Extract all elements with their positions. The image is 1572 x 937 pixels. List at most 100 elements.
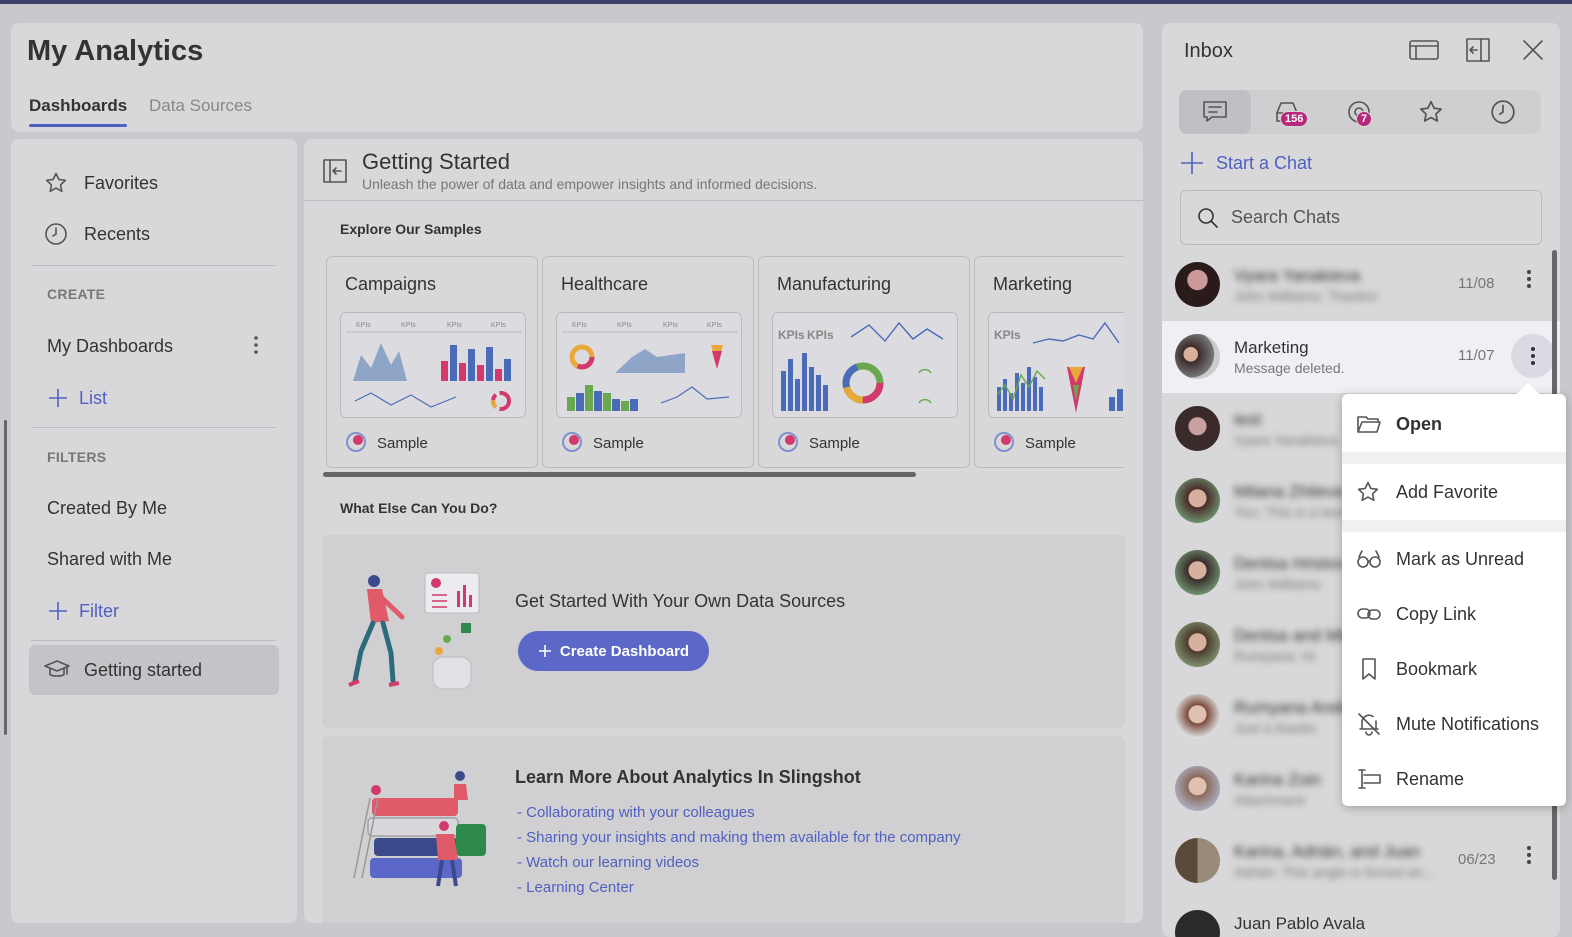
tab-favorites[interactable] [1395, 90, 1467, 134]
top-accent-bar [0, 0, 1572, 4]
close-icon[interactable] [1522, 37, 1544, 63]
what-else-header: What Else Can You Do? [340, 500, 498, 516]
popout-window-icon[interactable] [1408, 37, 1440, 63]
menu-item-copy-link[interactable]: Copy Link [1342, 588, 1566, 640]
page-scrollbar[interactable] [4, 420, 7, 735]
slingshot-logo-icon [777, 431, 799, 453]
tab-dashboards[interactable]: Dashboards [29, 96, 128, 127]
plus-icon [1180, 151, 1204, 175]
tab-recent[interactable] [1467, 90, 1539, 134]
more-vert-icon[interactable] [1522, 269, 1536, 289]
kpi-label: KPIs [491, 322, 506, 329]
star-icon [1356, 480, 1382, 504]
chat-date: 06/23 [1458, 851, 1496, 868]
search-placeholder: Search Chats [1231, 207, 1341, 227]
sidebar-item-label: My Dashboards [47, 335, 174, 356]
menu-item-add-favorite[interactable]: Add Favorite [1342, 466, 1566, 518]
chat-row-selected[interactable]: Marketing Message deleted. 11/07 [1162, 321, 1560, 393]
chat-row[interactable]: Juan Pablo Avala [1162, 897, 1560, 937]
chat-name: Milana Zhileva [1234, 482, 1344, 501]
search-icon [1197, 207, 1219, 229]
collapse-panel-icon[interactable] [322, 158, 348, 184]
divider [31, 265, 276, 266]
add-filter-link[interactable]: Filter [47, 600, 119, 622]
more-vert-icon[interactable] [1511, 334, 1555, 378]
kpi-label: KPIs [994, 328, 1021, 342]
learn-link-collaborating[interactable]: - Collaborating with your colleagues [517, 804, 755, 821]
chat-row[interactable]: Vyara Yanakieva John Williams: Thanks! 1… [1162, 249, 1560, 321]
menu-item-label: Add Favorite [1396, 481, 1499, 502]
dashboard-thumbnail: KPIs KPIs KPIs KPIs [340, 312, 526, 418]
chat-date: 11/08 [1458, 275, 1495, 292]
slingshot-logo-icon [561, 431, 583, 453]
star-icon [44, 171, 74, 195]
main-content: Getting Started Unleash the power of dat… [304, 139, 1143, 923]
learn-more-box: Learn More About Analytics In Slingshot … [322, 736, 1125, 923]
menu-item-bookmark[interactable]: Bookmark [1342, 643, 1566, 695]
carousel-mask [1124, 249, 1143, 479]
more-vert-icon[interactable] [1522, 845, 1536, 865]
add-list-label: List [79, 387, 108, 408]
plus-icon [538, 644, 552, 658]
sidebar-item-my-dashboards[interactable]: My Dashboards [11, 326, 261, 366]
learn-illustration [350, 768, 490, 893]
inbox-badge: 156 [1280, 111, 1309, 127]
tab-chats[interactable] [1179, 90, 1251, 134]
sidebar-item-created-by-me[interactable]: Created By Me [11, 488, 261, 528]
divider [31, 640, 276, 641]
more-vert-icon[interactable] [248, 335, 264, 355]
chat-row[interactable]: Karina, Adrián, and Juan Adrián: This an… [1162, 825, 1560, 897]
add-filter-label: Filter [79, 600, 119, 621]
menu-item-open[interactable]: Open [1342, 398, 1566, 450]
menu-item-mark-unread[interactable]: Mark as Unread [1342, 533, 1566, 585]
create-dashboard-label: Create Dashboard [559, 642, 690, 660]
kpi-label: KPIs [663, 322, 678, 329]
sidebar-item-shared-with-me[interactable]: Shared with Me [11, 539, 261, 579]
sidebar-item-label: Shared with Me [47, 548, 173, 569]
sample-card-marketing[interactable]: Marketing KPIs Sample [974, 256, 1143, 468]
kpi-label: KPIs [356, 322, 371, 329]
sample-card-healthcare[interactable]: Healthcare KPIs KPIs KPIs KPIs Sample [542, 256, 754, 468]
explore-samples-header: Explore Our Samples [340, 221, 482, 237]
tab-mentions[interactable]: 7 [1323, 90, 1395, 134]
avatar [1175, 334, 1220, 379]
menu-divider [1342, 452, 1566, 464]
sidebar-item-getting-started[interactable]: Getting started [29, 645, 279, 695]
learn-link-sharing[interactable]: - Sharing your insights and making them … [517, 829, 961, 846]
menu-item-label: Mute Notifications [1396, 713, 1540, 734]
chat-name: test [1234, 410, 1262, 429]
sample-card-campaigns[interactable]: Campaigns KPIs KPIs KPIs KPIs Sample [326, 256, 538, 468]
menu-item-label: Rename [1396, 768, 1465, 789]
kpi-label: KPIs [807, 328, 834, 342]
tab-data-sources[interactable]: Data Sources [149, 96, 252, 116]
samples-scrollbar[interactable] [323, 472, 916, 477]
search-chats-input[interactable]: Search Chats [1180, 190, 1542, 245]
menu-item-mute-notifications[interactable]: Mute Notifications [1342, 698, 1566, 750]
create-dashboard-button[interactable]: Create Dashboard [518, 631, 709, 671]
sidebar-item-favorites[interactable]: Favorites [29, 163, 279, 203]
dock-panel-icon[interactable] [1465, 37, 1491, 63]
sample-card-title: Manufacturing [777, 274, 892, 294]
inbox-title: Inbox [1184, 40, 1233, 62]
sidebar-item-label: Created By Me [47, 497, 168, 518]
dashboard-thumbnail: KPIs [988, 312, 1143, 418]
chat-preview: Message deleted. [1234, 360, 1345, 376]
tab-inbox[interactable]: 156 [1251, 90, 1323, 134]
sidebar: Favorites Recents CREATE My Dashboards L… [11, 139, 297, 923]
own-data-illustration [347, 569, 482, 694]
sample-card-manufacturing[interactable]: Manufacturing KPIs KPIs Sample [758, 256, 970, 468]
avatar [1175, 766, 1220, 811]
learn-link-videos[interactable]: - Watch our learning videos [517, 854, 699, 871]
mentions-badge: 7 [1356, 111, 1373, 127]
avatar [1175, 550, 1220, 595]
inbox-tabs: 156 7 [1179, 90, 1541, 134]
chat-name: Juan Pablo Avala [1234, 914, 1366, 933]
add-list-link[interactable]: List [47, 387, 107, 409]
menu-item-rename[interactable]: Rename [1342, 753, 1566, 805]
avatar [1175, 910, 1220, 937]
avatar [1175, 622, 1220, 667]
sidebar-item-recents[interactable]: Recents [29, 214, 279, 254]
learn-link-center[interactable]: - Learning Center [517, 879, 634, 896]
divider [31, 427, 276, 428]
start-chat-button[interactable]: Start a Chat [1180, 151, 1312, 175]
